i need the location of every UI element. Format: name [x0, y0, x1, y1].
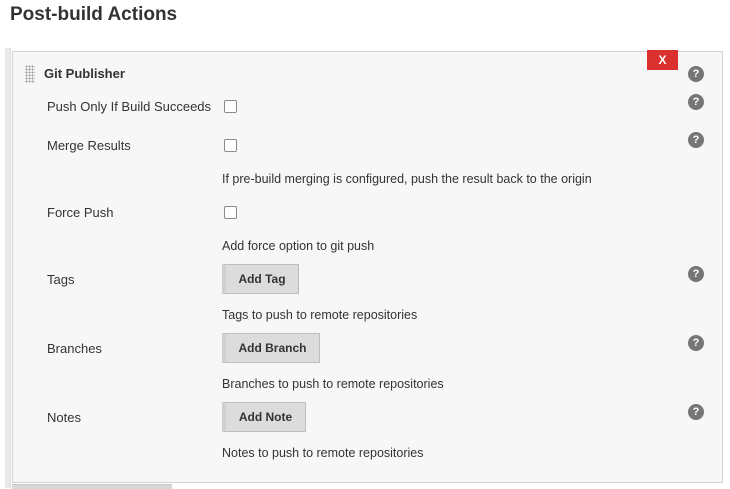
help-icon[interactable]: ? [688, 335, 704, 351]
section-title: Post-build Actions [10, 4, 178, 25]
merge-results-description: If pre-build merging is configured, push… [222, 172, 592, 186]
push-only-label: Push Only If Build Succeeds [47, 99, 212, 114]
merge-results-label: Merge Results [47, 138, 131, 153]
branches-description: Branches to push to remote repositories [222, 377, 444, 391]
force-push-checkbox[interactable] [224, 206, 237, 219]
force-push-label: Force Push [47, 205, 114, 220]
merge-results-checkbox[interactable] [224, 139, 237, 152]
drag-handle-icon[interactable] [25, 65, 35, 83]
tags-label: Tags [47, 272, 75, 287]
force-push-description: Add force option to git push [222, 239, 375, 253]
section-left-bar [5, 48, 11, 488]
horizontal-scrollbar[interactable] [12, 484, 172, 489]
add-tag-button[interactable]: Add Tag [222, 264, 299, 294]
notes-description: Notes to push to remote repositories [222, 446, 424, 460]
add-branch-button[interactable]: Add Branch [222, 333, 320, 363]
help-icon[interactable]: ? [688, 266, 704, 282]
add-note-button[interactable]: Add Note [222, 402, 306, 432]
help-icon[interactable]: ? [688, 404, 704, 420]
delete-button[interactable]: X [647, 50, 678, 70]
git-publisher-panel: Git Publisher X ? Push Only If Build Suc… [12, 50, 723, 483]
tags-description: Tags to push to remote repositories [222, 308, 418, 322]
push-only-checkbox[interactable] [224, 100, 237, 113]
help-icon[interactable]: ? [688, 66, 704, 82]
help-icon[interactable]: ? [688, 94, 704, 110]
notes-label: Notes [47, 410, 81, 425]
help-icon[interactable]: ? [688, 132, 704, 148]
branches-label: Branches [47, 341, 102, 356]
publisher-title: Git Publisher [44, 66, 125, 81]
